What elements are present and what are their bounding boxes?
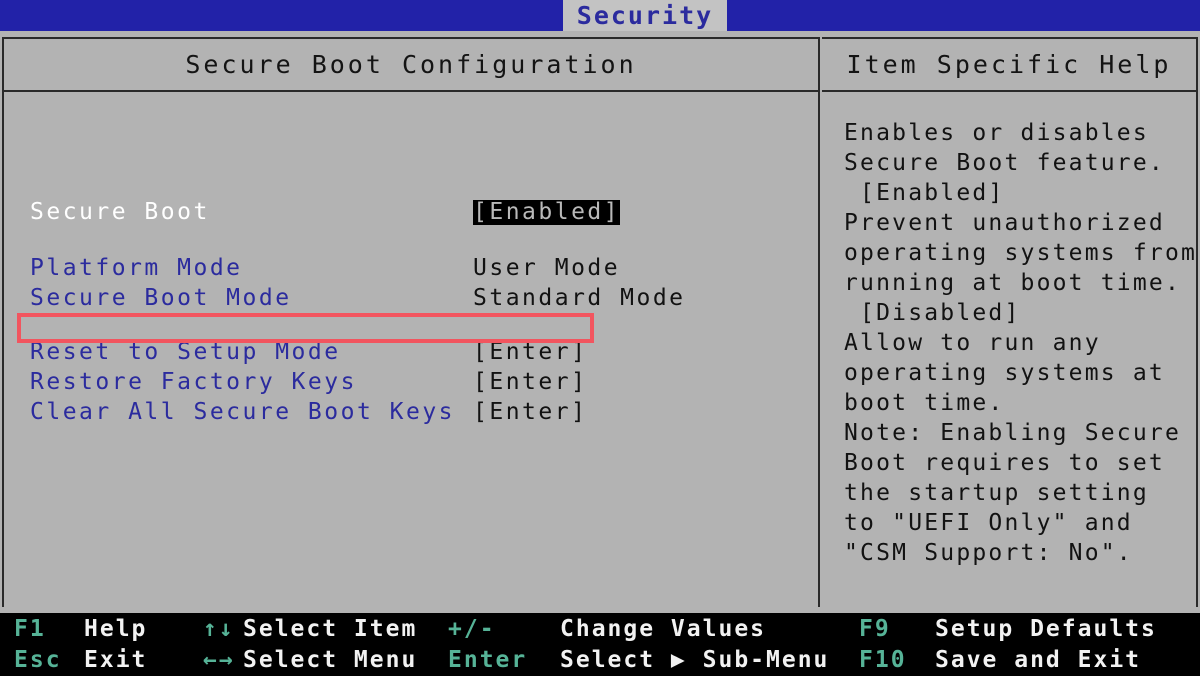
key-description: Help — [84, 616, 148, 642]
setting-row[interactable]: Reset to Setup Mode [Enter] — [4, 337, 818, 367]
key-description: Select Menu — [243, 647, 418, 673]
help-panel-title: Item Specific Help — [822, 39, 1196, 92]
key-label[interactable]: F1 — [14, 614, 46, 645]
setting-row[interactable]: Platform Mode User Mode — [4, 253, 818, 283]
function-key-bar: F1 Help ↑↓ Select Item +/- Change Values F9 Set… — [0, 613, 1200, 676]
help-text-line: Note: Enabling Secure — [844, 420, 1181, 446]
key-description: Exit — [84, 647, 148, 673]
help-text-line: operating systems from — [844, 240, 1198, 266]
key-label[interactable]: Esc — [14, 645, 62, 676]
key-description: Select Item — [243, 616, 418, 642]
help-text-line: Secure Boot feature. — [844, 150, 1165, 176]
tab-security[interactable]: Security — [563, 0, 727, 31]
setting-label: Restore Factory Keys — [30, 368, 357, 395]
help-text-line: Boot requires to set — [844, 450, 1165, 476]
setting-row[interactable]: Secure Boot [Enabled] — [4, 197, 818, 227]
help-text-line: [Disabled] — [844, 300, 1021, 326]
key-description: Setup Defaults — [935, 616, 1157, 642]
key-bar-row-1: F1 Help ↑↓ Select Item +/- Change Values F9 Set… — [0, 614, 1200, 645]
help-text-line: "CSM Support: No". — [844, 540, 1133, 566]
menu-tab-bar: Security — [0, 0, 1200, 31]
help-text-block: Enables or disables Secure Boot feature. … — [822, 92, 1196, 568]
setting-row[interactable]: Restore Factory Keys [Enter] — [4, 367, 818, 397]
help-text-line: [Enabled] — [844, 180, 1005, 206]
setting-value[interactable]: [Enabled] — [473, 199, 621, 225]
key-bar-row-2: Esc Exit ←→ Select Menu Enter Select ▶ Sub-Me… — [0, 645, 1200, 676]
setting-label: Clear All Secure Boot Keys — [30, 398, 456, 425]
panel-title: Secure Boot Configuration — [4, 39, 818, 92]
help-text-line: boot time. — [844, 390, 1005, 416]
setting-value[interactable]: [Enter] — [473, 400, 587, 424]
help-text-line: running at boot time. — [844, 270, 1181, 296]
key-label[interactable]: +/- — [448, 614, 496, 645]
key-description: Select ▶ Sub-Menu — [560, 647, 830, 673]
secure-boot-configuration-panel: Secure Boot Configuration Secure Boot [En… — [2, 37, 820, 607]
item-specific-help-panel: Item Specific Help Enables or disables Se… — [822, 37, 1198, 607]
key-label[interactable]: Enter — [448, 645, 527, 676]
setting-value[interactable]: [Enter] — [473, 370, 587, 394]
setting-row[interactable]: Clear All Secure Boot Keys [Enter] — [4, 397, 818, 427]
key-label[interactable]: ↑↓ — [203, 614, 235, 645]
help-text-line: the startup setting — [844, 480, 1149, 506]
setup-body: Secure Boot Configuration Secure Boot [En… — [0, 31, 1200, 613]
help-text-line: operating systems at — [844, 360, 1165, 386]
key-label[interactable]: F9 — [859, 614, 891, 645]
help-text-line: to "UEFI Only" and — [844, 510, 1133, 536]
setting-value[interactable]: [Enter] — [473, 340, 587, 364]
setting-row[interactable]: Secure Boot Mode Standard Mode — [4, 283, 818, 313]
setting-value[interactable]: User Mode — [473, 256, 620, 280]
key-description: Save and Exit — [935, 647, 1142, 673]
key-label[interactable]: ←→ — [203, 645, 235, 676]
help-text-line: Prevent unauthorized — [844, 210, 1165, 236]
setting-label: Secure Boot Mode — [30, 284, 292, 311]
help-text-line: Enables or disables — [844, 120, 1149, 146]
setting-value[interactable]: Standard Mode — [473, 286, 686, 310]
key-label[interactable]: F10 — [859, 645, 907, 676]
setting-label: Platform Mode — [30, 254, 243, 281]
bios-setup-screen: Security Secure Boot Configuration Secur… — [0, 0, 1200, 676]
key-description: Change Values — [560, 616, 767, 642]
help-text-line: Allow to run any — [844, 330, 1101, 356]
setting-label: Reset to Setup Mode — [30, 338, 341, 365]
setting-label: Secure Boot — [30, 198, 210, 225]
